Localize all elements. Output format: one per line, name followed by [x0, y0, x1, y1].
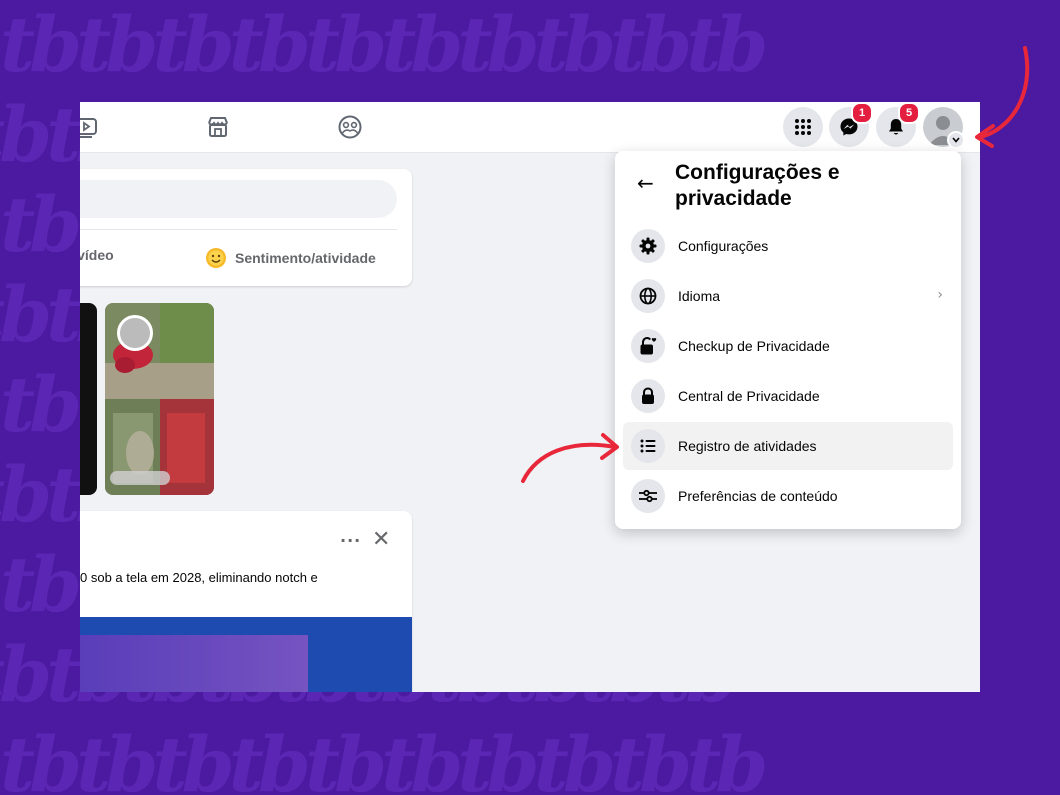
- story-card[interactable]: [105, 303, 214, 495]
- settings-privacy-menu: ← Configurações e privacidade Configuraç…: [615, 151, 961, 529]
- top-navigation-bar: 1 5: [80, 102, 980, 153]
- menu-item-label: Preferências de conteúdo: [678, 488, 838, 504]
- story-card[interactable]: [80, 303, 97, 495]
- video-icon[interactable]: [80, 114, 100, 140]
- close-button[interactable]: ✕: [372, 527, 390, 552]
- feeling-activity-button[interactable]: Sentimento/atividade: [205, 247, 376, 269]
- chevron-down-icon: [947, 131, 965, 149]
- gear-icon: [631, 229, 665, 263]
- post-composer: to/vídeo Sentimento/atividade: [80, 169, 412, 286]
- pattern-row: tbtbtbtbtbtbtbtbtbtb: [0, 720, 768, 795]
- photo-video-label: to/vídeo: [80, 247, 114, 263]
- menu-item-central-privacidade[interactable]: Central de Privacidade: [623, 372, 953, 420]
- smile-icon: [206, 248, 226, 268]
- menu-item-label: Central de Privacidade: [678, 388, 820, 404]
- menu-item-label: Checkup de Privacidade: [678, 338, 830, 354]
- list-icon: [631, 429, 665, 463]
- pattern-row: tbtbtbtbtbtbtbtbtbtb: [0, 0, 768, 89]
- lock-icon: [631, 379, 665, 413]
- lock-heart-icon: [631, 329, 665, 363]
- menu-item-label: Configurações: [678, 238, 769, 254]
- menu-grid-icon: [795, 119, 811, 135]
- messenger-badge: 1: [851, 102, 873, 124]
- globe-icon: [631, 279, 665, 313]
- post-image[interactable]: [80, 617, 412, 692]
- groups-icon[interactable]: [337, 114, 363, 140]
- messenger-button[interactable]: 1: [829, 102, 873, 147]
- post-card: ··· ✕ 0 sob a tela em 2028, eliminando n…: [80, 511, 412, 692]
- chevron-right-icon: ›: [937, 287, 943, 303]
- menu-item-label: Registro de atividades: [678, 438, 817, 454]
- story-avatar: [117, 315, 153, 351]
- menu-item-label: Idioma: [678, 288, 721, 304]
- divider: [80, 229, 397, 230]
- back-button[interactable]: ←: [637, 171, 654, 195]
- menu-item-idioma[interactable]: Idioma ›: [623, 272, 953, 320]
- marketplace-icon[interactable]: [205, 114, 231, 140]
- feeling-activity-label: Sentimento/atividade: [235, 250, 376, 266]
- facebook-window: 1 5 to/vídeo: [80, 102, 980, 692]
- menu-item-registro-atividades[interactable]: Registro de atividades: [623, 422, 953, 470]
- photo-video-button[interactable]: to/vídeo: [80, 247, 114, 263]
- menu-item-checkup-privacidade[interactable]: Checkup de Privacidade: [623, 322, 953, 370]
- menu-item-preferencias-conteudo[interactable]: Preferências de conteúdo: [623, 472, 953, 520]
- notifications-badge: 5: [898, 102, 920, 124]
- more-options-button[interactable]: ···: [340, 531, 361, 550]
- menu-button[interactable]: [783, 107, 823, 147]
- post-text: 0 sob a tela em 2028, eliminando notch e: [80, 570, 318, 585]
- notifications-button[interactable]: 5: [876, 102, 920, 147]
- menu-item-configuracoes[interactable]: Configurações: [623, 222, 953, 270]
- composer-input[interactable]: [80, 180, 397, 218]
- account-button[interactable]: [923, 107, 965, 149]
- sliders-icon: [631, 479, 665, 513]
- menu-title: Configurações e privacidade: [675, 161, 840, 210]
